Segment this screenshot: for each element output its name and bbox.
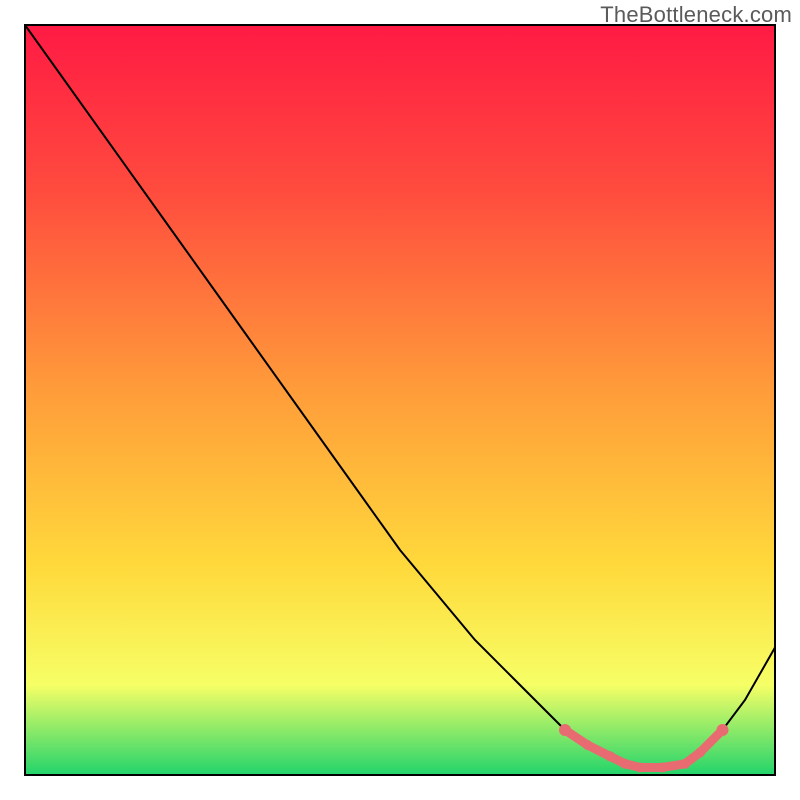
watermark-label: TheBottleneck.com <box>600 2 792 28</box>
optimal-range-dot <box>605 751 615 761</box>
optimal-range-dot <box>559 724 571 736</box>
optimal-range-dot <box>635 763 645 773</box>
optimal-range-dot <box>583 740 593 750</box>
optimal-range-dot <box>620 759 630 769</box>
optimal-range-dot <box>717 724 729 736</box>
optimal-range-dot <box>680 759 690 769</box>
plot-background <box>25 25 775 775</box>
bottleneck-chart <box>0 0 800 800</box>
optimal-range-dot <box>658 763 668 773</box>
optimal-range-dot <box>695 748 705 758</box>
